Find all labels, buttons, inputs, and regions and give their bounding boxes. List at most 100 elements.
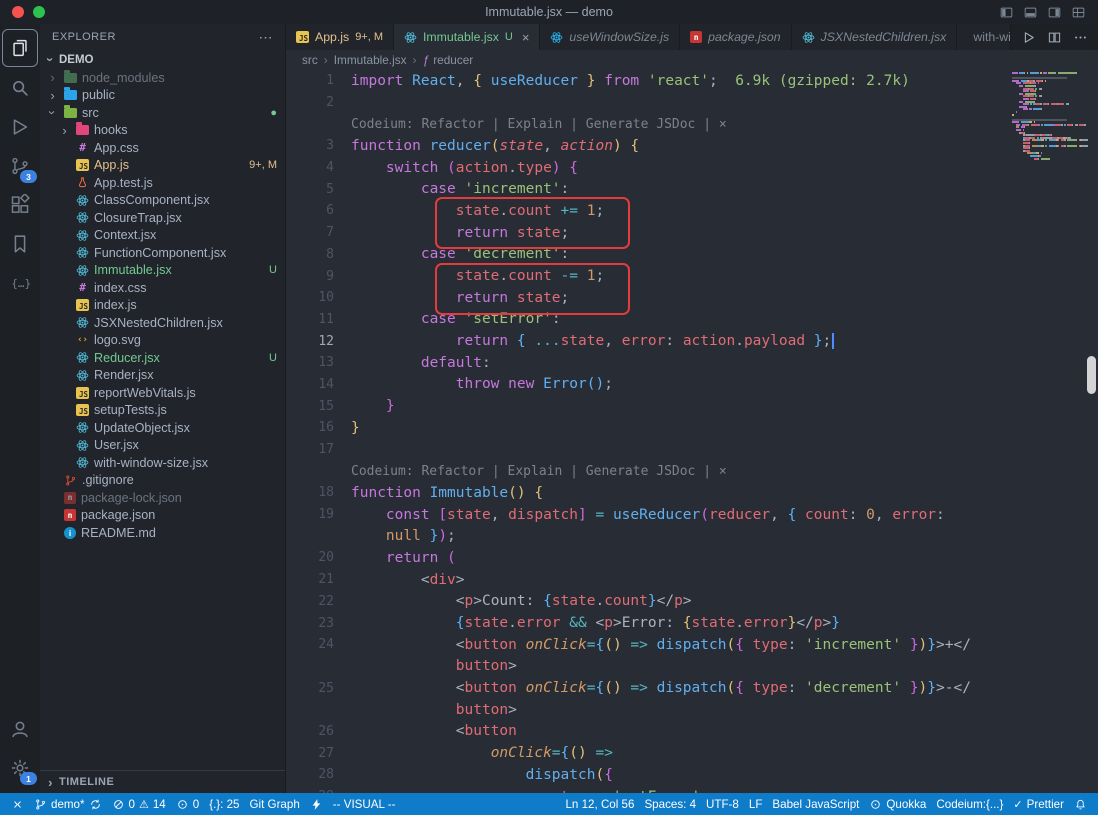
activity-bookmarks[interactable] [3,226,37,262]
breadcrumb-item-reducer[interactable]: ƒreducer [423,53,474,67]
toggle-panel-button[interactable] [1023,5,1038,20]
tree-item-index-js[interactable]: JSindex.js [40,297,285,315]
toggle-secondary-sidebar-button[interactable] [1047,5,1062,20]
git-branch[interactable]: demo* [29,793,107,815]
encoding[interactable]: UTF-8 [701,793,744,815]
codeium-codelens[interactable]: Codeium: Refactor | Explain | Generate J… [334,117,727,132]
tree-item-label: index.css [94,281,147,295]
code-text: <button onClick={() => dispatch({ type: … [334,637,971,653]
tree-item-hooks[interactable]: ›hooks [40,122,285,140]
code-text: const [state, dispatch] = useReducer(red… [334,507,945,523]
tree-item-label: ClosureTrap.jsx [94,211,182,225]
tree-item-package-lock-json[interactable]: npackage-lock.json [40,489,285,507]
close-window-button[interactable] [12,6,24,18]
activity-snippets[interactable] [3,265,37,301]
more-actions-button[interactable] [1073,30,1088,45]
tree-item-closuretrap-jsx[interactable]: ClosureTrap.jsx [40,209,285,227]
tree-item-reducer-jsx[interactable]: Reducer.jsxU [40,349,285,367]
window-title: Immutable.jsx — demo [0,5,1098,19]
zoom-window-button[interactable] [33,6,45,18]
line-number: 3 [286,138,334,153]
tree-item-render-jsx[interactable]: Render.jsx [40,367,285,385]
tree-item-user-jsx[interactable]: User.jsx [40,437,285,455]
folder-icon [64,108,77,118]
tree-item-src[interactable]: ›src● [40,104,285,122]
eol[interactable]: LF [744,793,768,815]
text-cursor [832,333,834,349]
cursor-position[interactable]: Ln 12, Col 56 [560,793,639,815]
problems[interactable]: 0⚠14 [107,793,171,815]
tree-item-label: App.js [94,158,129,172]
tab-package-json[interactable]: npackage.json [680,24,791,50]
remote-indicator[interactable] [6,793,29,815]
activity-extensions[interactable] [3,187,37,223]
language-mode[interactable]: Babel JavaScript [767,793,864,815]
tree-item-public[interactable]: ›public [40,87,285,105]
close-icon[interactable]: × [522,30,530,45]
git-graph[interactable]: Git Graph [245,793,305,815]
code-text: } [334,398,395,414]
tree-item-jsxnestedchildren-jsx[interactable]: JSXNestedChildren.jsx [40,314,285,332]
breadcrumb-item-src[interactable]: src [302,53,318,67]
vim-mode[interactable]: -- VISUAL -- [328,793,401,815]
breadcrumb-item-immutable-jsx[interactable]: Immutable.jsx [334,53,407,67]
tree-item-functioncomponent-jsx[interactable]: FunctionComponent.jsx [40,244,285,262]
tree-item-classcomponent-jsx[interactable]: ClassComponent.jsx [40,192,285,210]
tree-item-index-css[interactable]: #index.css [40,279,285,297]
line-number: 2 [286,95,334,110]
scrollbar-thumb[interactable] [1087,356,1096,394]
activity-settings[interactable]: 1 [3,750,37,786]
tree-item-setuptests-js[interactable]: JSsetupTests.js [40,402,285,420]
code-editor[interactable]: 1import React, { useReducer } from 'reac… [286,70,1098,793]
tree-item-app-css[interactable]: #App.css [40,139,285,157]
split-editor-button[interactable] [1047,30,1062,45]
tab-app-js[interactable]: JSApp.js9+, M [286,24,394,50]
bracket-counter[interactable]: {.}: 25 [204,793,244,815]
record-counter[interactable]: 0 [171,793,204,815]
tab-immutable-jsx[interactable]: Immutable.jsxU× [394,24,540,50]
customize-layout-button[interactable] [1071,5,1086,20]
explorer-more-actions-button[interactable]: ⋯ [259,29,274,46]
activity-source-control[interactable]: 3 [3,148,37,184]
run-code-button[interactable] [1021,30,1036,45]
timeline-section[interactable]: › TIMELINE [40,770,285,793]
code-line: 17 [286,439,1098,461]
codeium-codelens[interactable]: Codeium: Refactor | Explain | Generate J… [334,464,727,479]
activity-run-and-debug[interactable] [3,109,37,145]
prettier[interactable]: ✓Prettier [1008,793,1069,815]
tree-item-context-jsx[interactable]: Context.jsx [40,227,285,245]
quokka-flash[interactable] [305,793,328,815]
tree-item-reportwebvitals-js[interactable]: JSreportWebVitals.js [40,384,285,402]
tab-usewindowsize-js[interactable]: useWindowSize.js [540,24,680,50]
tree-item-gitignore[interactable]: .gitignore [40,472,285,490]
tree-item-app-js[interactable]: JSApp.js9+, M [40,157,285,175]
project-section-header[interactable]: › DEMO [40,50,285,69]
notifications[interactable] [1069,793,1092,815]
activity-search[interactable] [3,70,37,106]
tree-item-with-window-size-jsx[interactable]: with-window-size.jsx [40,454,285,472]
tree-item-package-json[interactable]: npackage.json [40,507,285,525]
quokka[interactable]: Quokka [864,793,931,815]
activity-accounts[interactable] [3,711,37,747]
tree-item-updateobject-jsx[interactable]: UpdateObject.jsx [40,419,285,437]
tree-item-logo-svg[interactable]: ‹›logo.svg [40,332,285,350]
bell-icon [1074,798,1087,811]
minimap[interactable] [1012,72,1092,160]
tree-item-immutable-jsx[interactable]: Immutable.jsxU [40,262,285,280]
react-icon [76,194,89,207]
tree-item-readme-md[interactable]: iREADME.md [40,524,285,542]
tree-item-node-modules[interactable]: ›node_modules [40,69,285,87]
react-icon [404,31,417,44]
more-icon [1073,30,1088,45]
activity-explorer[interactable] [2,29,38,67]
codeium[interactable]: Codeium:{...} [931,793,1008,815]
indentation[interactable]: Spaces: 4 [639,793,701,815]
tab-jsxnestedchildren-jsx[interactable]: JSXNestedChildren.jsx [792,24,958,50]
folder-icon [64,73,77,83]
react-icon [76,456,89,469]
tab-with-window-size-jsx[interactable]: with-window-size.jsx [957,24,1011,50]
react-icon [76,211,89,224]
toggle-primary-sidebar-button[interactable] [999,5,1014,20]
tree-item-app-test-js[interactable]: App.test.js [40,174,285,192]
line-number: 26 [286,724,334,739]
